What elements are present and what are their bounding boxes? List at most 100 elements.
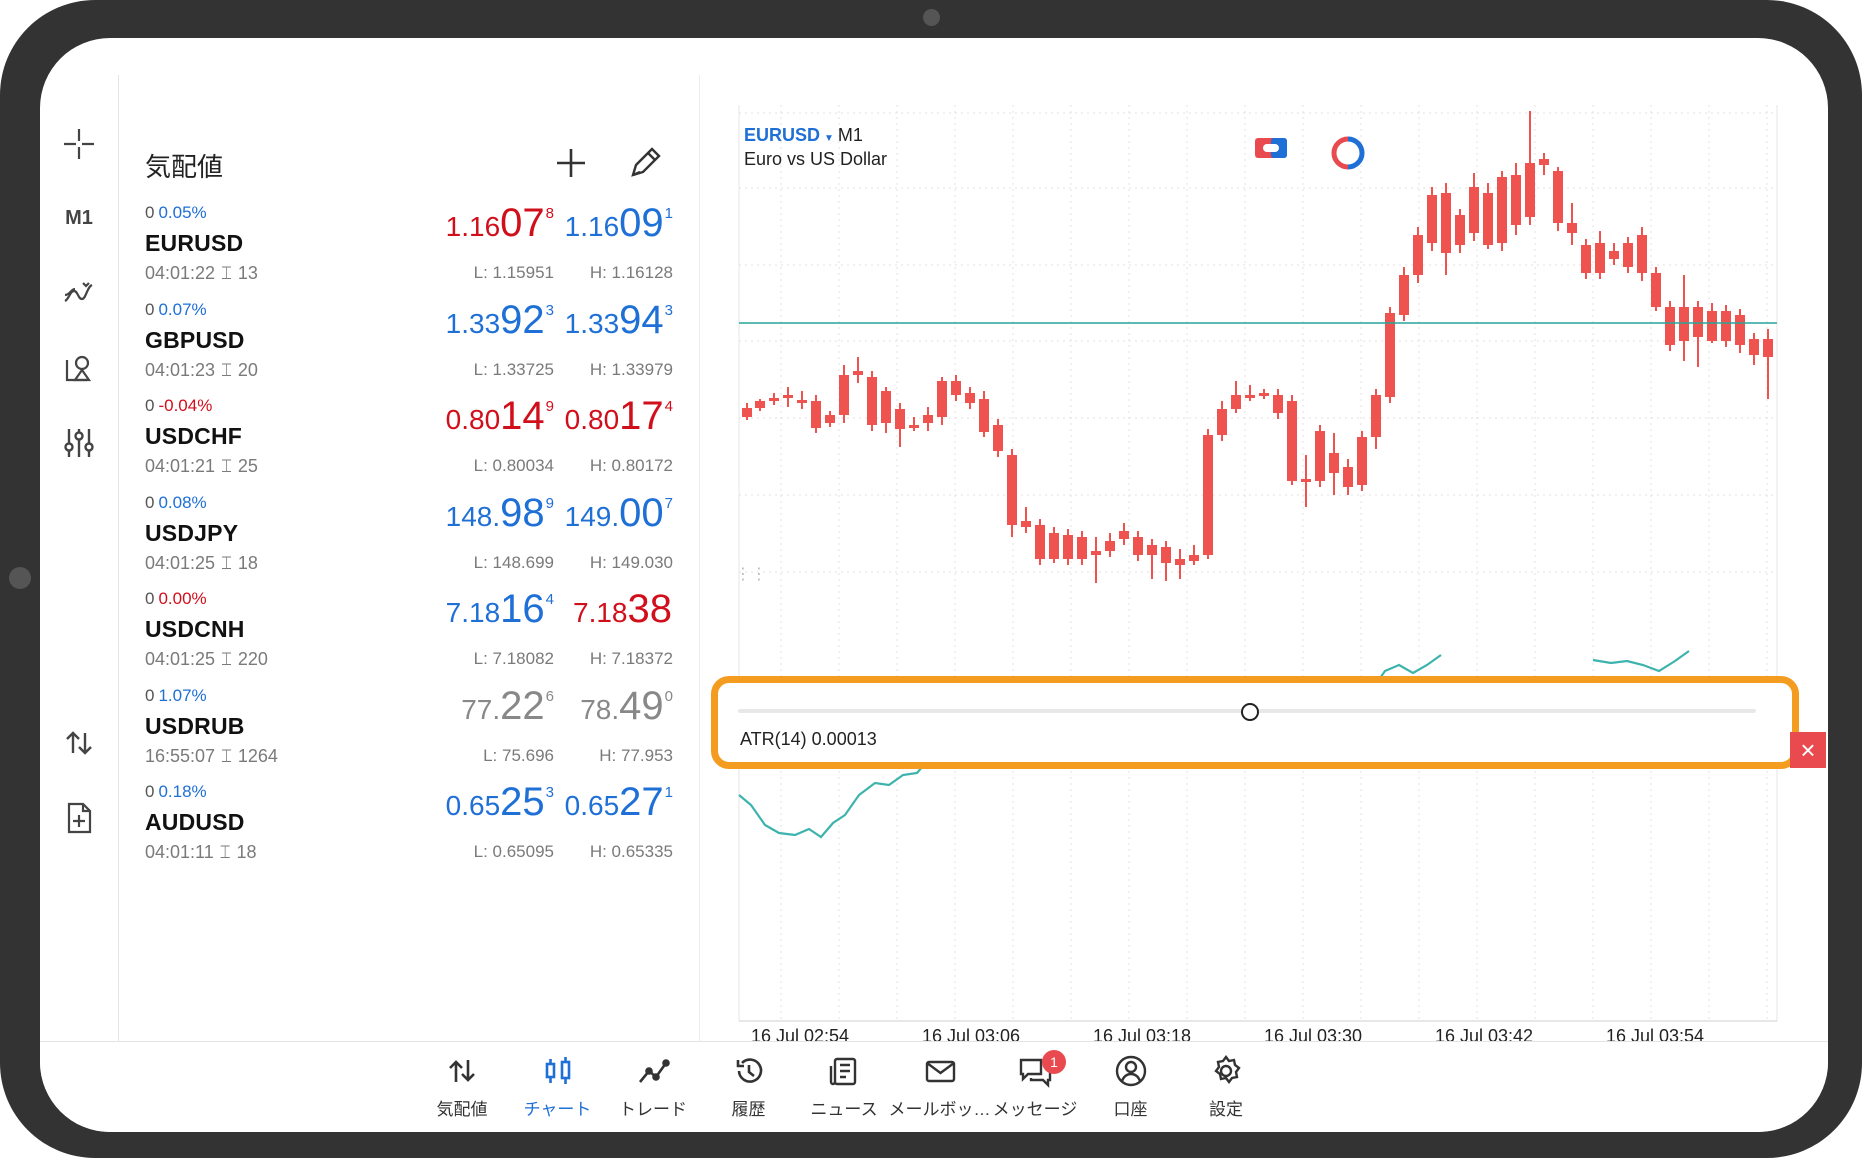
- chart-area[interactable]: ⋮⋮ 16 Jul 02:54 16 Jul 03:06 16 Jul 03:18 16…: [699, 75, 1828, 1041]
- quote-time-spread: 04:01:23 ⌶ 20: [145, 360, 258, 381]
- candle-body: [1063, 535, 1073, 559]
- chart-timeframe: M1: [837, 125, 863, 145]
- spread-icon: ⌶: [221, 649, 232, 669]
- high-price: H: 1.33979: [589, 359, 673, 379]
- price-fraction: 3: [545, 784, 554, 801]
- ask-price[interactable]: 1.33943: [565, 298, 673, 343]
- price-pips: 25: [500, 780, 545, 824]
- price-fraction: 1: [664, 205, 673, 222]
- symbol-name: AUDUSD: [145, 809, 245, 835]
- objects-icon[interactable]: [54, 343, 104, 393]
- add-symbol-button[interactable]: [549, 141, 593, 185]
- candle-body: [1749, 339, 1759, 355]
- candle-body: [1035, 525, 1045, 559]
- separator-drag-handle[interactable]: [1241, 703, 1259, 721]
- quick-trade-icon[interactable]: [54, 718, 104, 768]
- nav-history[interactable]: 履歴: [694, 1054, 804, 1129]
- spread-value: 18: [236, 842, 257, 862]
- bid-price[interactable]: 148.989: [446, 491, 554, 536]
- spread-icon: ⌶: [219, 842, 231, 862]
- ask-price[interactable]: 149.007: [565, 491, 673, 536]
- atr-indicator-highlight[interactable]: ATR(14) 0.00013: [711, 676, 1799, 769]
- low-price: L: 148.699: [473, 552, 554, 572]
- price-chart[interactable]: ⋮⋮ 16 Jul 02:54 16 Jul 03:06 16 Jul 03:18 16…: [699, 75, 1828, 1041]
- bid-price[interactable]: 7.18164: [446, 587, 554, 632]
- candle-body: [1119, 531, 1129, 539]
- candle-body: [1105, 541, 1115, 551]
- symbol-name: USDCNH: [145, 616, 245, 642]
- candle-body: [839, 375, 849, 415]
- candle-body: [1553, 171, 1563, 223]
- timeframe-button[interactable]: M1: [54, 193, 104, 243]
- candle-body: [742, 408, 752, 417]
- edit-list-button[interactable]: [623, 141, 667, 185]
- candle-body: [1455, 215, 1465, 245]
- new-order-icon[interactable]: [54, 793, 104, 843]
- high-price: H: 7.18372: [589, 649, 673, 668]
- indicators-icon[interactable]: [54, 268, 104, 318]
- nav-messages[interactable]: メッセージ 1: [980, 1050, 1090, 1129]
- x-axis-label: 16 Jul 03:18: [1093, 1026, 1191, 1041]
- candle-body: [1413, 235, 1423, 275]
- close-icon[interactable]: ×: [1790, 732, 1826, 768]
- candle-body: [1427, 195, 1437, 243]
- nav-account[interactable]: 口座: [1076, 1054, 1186, 1129]
- nav-mail[interactable]: メールボッ…: [885, 1054, 995, 1129]
- nav-quotes[interactable]: 気配値: [407, 1054, 517, 1129]
- ask-price[interactable]: 78.490: [580, 684, 673, 729]
- nav-settings[interactable]: 設定: [1171, 1054, 1281, 1129]
- quote-time: 04:01:23: [145, 359, 216, 380]
- spread-value: 25: [237, 456, 258, 476]
- trade-icon: [638, 1059, 670, 1083]
- price-prefix: 148.: [445, 500, 501, 532]
- one-click-trading-icon[interactable]: [1254, 136, 1288, 165]
- bid-price[interactable]: 0.65253: [446, 780, 554, 825]
- change-percent: -0.04%: [158, 396, 213, 415]
- candle-body: [965, 393, 975, 403]
- quote-row[interactable]: 0 0.18% AUDUSD 04:01:11 ⌶ 18 0.65253 0.65271 L: …: [119, 778, 699, 892]
- price-fraction: 7: [664, 494, 673, 512]
- atr-line: [1592, 650, 1690, 673]
- mail-icon: [925, 1060, 955, 1083]
- nav-label: 気配値: [436, 1100, 488, 1119]
- candle-body: [1273, 395, 1283, 413]
- ask-price[interactable]: 1.16091: [565, 201, 673, 246]
- price-pips: 09: [619, 201, 664, 245]
- price-change: 0 0.05%: [145, 203, 207, 223]
- candle-body: [881, 391, 891, 423]
- price-change: 0 0.07%: [145, 300, 207, 320]
- candle-body: [909, 425, 919, 428]
- change-percent: 1.07%: [158, 685, 207, 705]
- chart-symbol-selector[interactable]: EURUSD ▼ M1: [744, 125, 863, 146]
- price-prefix: 149.: [564, 500, 620, 532]
- candle-body: [1511, 175, 1521, 225]
- candle-body: [895, 409, 905, 429]
- symbol-name: USDJPY: [145, 519, 239, 546]
- price-pips: 16: [500, 587, 545, 631]
- price-pips: 07: [500, 201, 545, 245]
- high-price: H: 149.030: [589, 552, 673, 572]
- nav-chart[interactable]: チャート: [503, 1054, 613, 1129]
- chart-settings-icon[interactable]: [54, 418, 104, 468]
- ask-price[interactable]: 7.1838: [573, 587, 673, 632]
- price-prefix: 78.: [580, 693, 620, 725]
- ask-price[interactable]: 0.80174: [565, 394, 673, 439]
- bid-price[interactable]: 1.33923: [446, 298, 554, 343]
- candle-body: [1763, 339, 1773, 357]
- candle-body: [1637, 235, 1647, 273]
- x-axis-label: 16 Jul 03:30: [1264, 1026, 1362, 1041]
- price-prefix: 7.18: [445, 597, 501, 628]
- candle-body: [951, 381, 961, 395]
- quote-time-spread: 04:01:25 ⌶ 220: [145, 649, 268, 670]
- ask-price[interactable]: 0.65271: [565, 780, 673, 825]
- crosshair-icon[interactable]: [54, 119, 104, 169]
- candle-body: [1133, 537, 1143, 555]
- trade-signal-icon[interactable]: [1331, 136, 1365, 175]
- nav-news[interactable]: ニュース: [789, 1054, 899, 1129]
- bid-price[interactable]: 1.16078: [446, 201, 554, 246]
- quote-time: 16:55:07: [145, 745, 216, 766]
- bid-price[interactable]: 0.80149: [446, 394, 554, 439]
- quote-time: 04:01:21: [145, 456, 216, 476]
- nav-trade[interactable]: トレード: [598, 1054, 708, 1129]
- bid-price[interactable]: 77.226: [461, 684, 554, 729]
